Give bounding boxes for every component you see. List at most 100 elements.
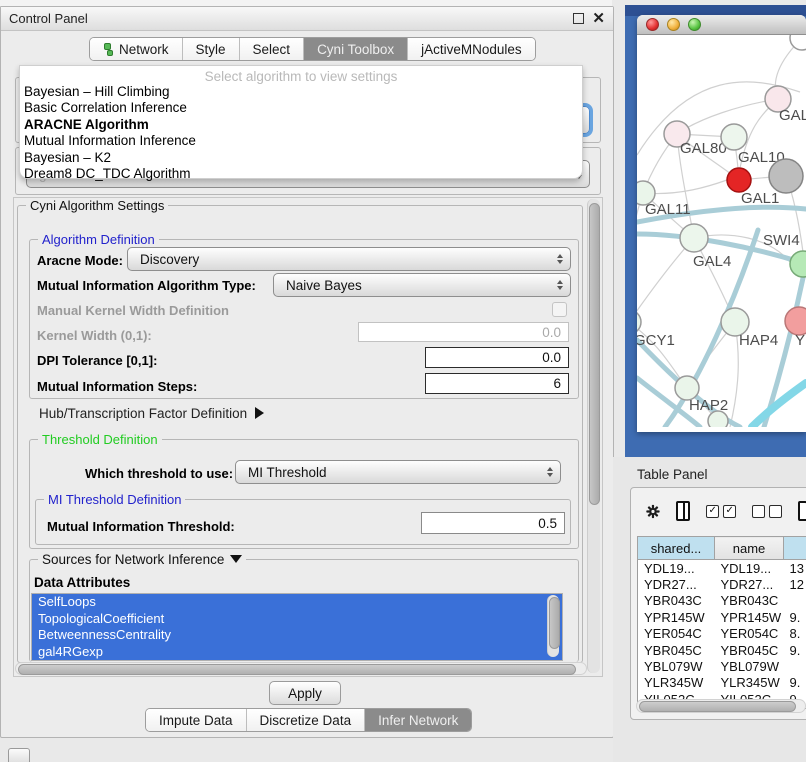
table-row[interactable]: YLR345WYLR345W9. xyxy=(638,675,806,691)
table-row[interactable]: YDR27...YDR27...12 xyxy=(638,576,806,592)
table-row[interactable]: YBL079WYBL079W xyxy=(638,658,806,674)
node-table: shared...nameA YDL19...YDL19...13YDR27..… xyxy=(637,536,806,709)
hub-definition-toggle[interactable]: Hub/Transcription Factor Definition xyxy=(39,406,264,421)
network-node[interactable] xyxy=(769,159,803,193)
network-canvas[interactable]: GALGAL80GAL10GAL1GAL11GAL4SWI4GCY1HAP4YH… xyxy=(637,35,806,427)
table-row[interactable]: YDL19...YDL19...13 xyxy=(638,560,806,577)
table-cell[interactable]: YPR145W xyxy=(638,609,715,625)
network-node[interactable] xyxy=(708,411,728,427)
settings-vscrollbar-thumb[interactable] xyxy=(589,203,600,505)
network-node-gal4[interactable] xyxy=(680,224,708,252)
sources-toggle[interactable]: Sources for Network Inference xyxy=(38,552,246,567)
tab-select[interactable]: Select xyxy=(240,38,305,60)
export-table-icon[interactable] xyxy=(798,501,806,521)
zoom-traffic-light-icon[interactable] xyxy=(688,18,701,31)
dpi-tolerance-field[interactable]: 0.0 xyxy=(425,347,569,368)
table-column-header[interactable]: shared... xyxy=(638,537,715,560)
table-column-header[interactable]: name xyxy=(715,537,784,560)
table-cell[interactable]: YBR043C xyxy=(638,593,715,609)
manual-kernel-width-checkbox[interactable] xyxy=(552,302,567,317)
tab-label: Style xyxy=(196,42,226,57)
network-node-gal1[interactable] xyxy=(727,168,751,192)
network-node-y[interactable] xyxy=(785,307,806,335)
table-cell[interactable]: 12 xyxy=(784,576,806,592)
table-row[interactable]: YBR043CYBR043C xyxy=(638,593,806,609)
table-cell[interactable] xyxy=(784,593,806,609)
mi-algorithm-type-combobox[interactable]: Naive Bayes xyxy=(273,273,571,297)
settings-hscrollbar-thumb[interactable] xyxy=(18,664,576,675)
data-attribute-item[interactable]: SelfLoops xyxy=(32,594,562,611)
network-node-gal10[interactable] xyxy=(721,124,747,150)
table-cell[interactable]: 9. xyxy=(784,642,806,658)
table-cell[interactable]: 13 xyxy=(784,560,806,577)
attributes-scrollbar-thumb[interactable] xyxy=(549,597,560,649)
table-cell[interactable]: YLR345W xyxy=(638,675,715,691)
aracne-mode-combobox[interactable]: Discovery xyxy=(127,247,571,271)
table-cell[interactable]: YBR045C xyxy=(715,642,784,658)
tab-network[interactable]: Network xyxy=(90,38,183,60)
column-layout-icon[interactable] xyxy=(676,501,690,521)
which-threshold-combobox[interactable]: MI Threshold xyxy=(235,460,561,484)
table-cell[interactable]: YER054C xyxy=(715,626,784,642)
close-traffic-light-icon[interactable] xyxy=(646,18,659,31)
bottom-tab-bar: Impute DataDiscretize DataInfer Network xyxy=(145,708,472,732)
table-cell[interactable]: YDR27... xyxy=(638,576,715,592)
close-icon[interactable]: ✕ xyxy=(592,14,605,24)
table-cell[interactable]: YDL19... xyxy=(715,560,784,577)
kernel-width-label: Kernel Width (0,1): xyxy=(37,328,152,343)
table-hscrollbar-thumb[interactable] xyxy=(639,701,796,712)
table-cell[interactable]: YER054C xyxy=(638,626,715,642)
data-attribute-item[interactable]: BetweennessCentrality xyxy=(32,627,562,644)
algorithm-option[interactable]: Dream8 DC_TDC Algorithm xyxy=(20,166,582,182)
table-cell[interactable]: 8. xyxy=(784,626,806,642)
aracne-mode-value: Discovery xyxy=(140,252,199,267)
data-attribute-item[interactable]: TopologicalCoefficient xyxy=(32,611,562,628)
table-cell[interactable]: YPR145W xyxy=(715,609,784,625)
table-row[interactable]: YBR045CYBR045C9. xyxy=(638,642,806,658)
deselect-all-columns-icon[interactable] xyxy=(752,505,782,518)
tab-infer-network[interactable]: Infer Network xyxy=(365,709,471,731)
table-cell[interactable]: YBR045C xyxy=(638,642,715,658)
select-all-columns-icon[interactable]: ✓✓ xyxy=(706,505,736,518)
restore-panel-button[interactable] xyxy=(8,748,30,762)
algorithm-option[interactable]: Bayesian – K2 xyxy=(20,150,582,166)
tab-impute-data[interactable]: Impute Data xyxy=(146,709,247,731)
algorithm-option[interactable]: Bayesian – Hill Climbing xyxy=(20,84,582,100)
algorithm-option[interactable]: Basic Correlation Inference xyxy=(20,100,582,116)
table-cell[interactable]: YDL19... xyxy=(638,560,715,577)
attributes-list-scrollbar[interactable] xyxy=(547,595,559,657)
highlighted-edge[interactable] xyxy=(752,383,806,427)
tab-discretize-data[interactable]: Discretize Data xyxy=(247,709,366,731)
gear-icon[interactable] xyxy=(646,502,660,521)
settings-hscrollbar[interactable] xyxy=(15,662,587,675)
network-node-swi4[interactable] xyxy=(790,251,806,277)
stepper-icon xyxy=(547,467,553,477)
settings-vscrollbar[interactable] xyxy=(587,199,600,673)
tab-jactivemnodules[interactable]: jActiveMNodules xyxy=(408,38,535,60)
mi-threshold-field[interactable]: 0.5 xyxy=(421,512,565,534)
algorithm-option[interactable]: Mutual Information Inference xyxy=(20,133,582,149)
table-cell[interactable]: YBL079W xyxy=(638,658,715,674)
dpi-tolerance-label: DPI Tolerance [0,1]: xyxy=(37,353,157,368)
mi-steps-field[interactable]: 6 xyxy=(425,373,569,394)
data-attribute-item[interactable]: gal4RGexp xyxy=(32,644,562,661)
table-hscrollbar[interactable] xyxy=(636,699,806,713)
table-cell[interactable]: 9. xyxy=(784,675,806,691)
tab-style[interactable]: Style xyxy=(183,38,240,60)
table-row[interactable]: YPR145WYPR145W9. xyxy=(638,609,806,625)
tab-cyni-toolbox[interactable]: Cyni Toolbox xyxy=(304,38,408,60)
table-cell[interactable] xyxy=(784,658,806,674)
table-cell[interactable]: YBL079W xyxy=(715,658,784,674)
table-cell[interactable]: YBR043C xyxy=(715,593,784,609)
network-window-titlebar[interactable] xyxy=(637,15,806,35)
table-cell[interactable]: YDR27... xyxy=(715,576,784,592)
table-cell[interactable]: 9. xyxy=(784,609,806,625)
table-column-header[interactable]: A xyxy=(784,537,806,560)
kernel-width-field[interactable]: 0.0 xyxy=(358,322,569,342)
float-window-icon[interactable] xyxy=(573,13,584,24)
minimize-traffic-light-icon[interactable] xyxy=(667,18,680,31)
table-row[interactable]: YER054CYER054C8. xyxy=(638,626,806,642)
table-cell[interactable]: YLR345W xyxy=(715,675,784,691)
algorithm-option[interactable]: ARACNE Algorithm xyxy=(20,117,582,133)
apply-button[interactable]: Apply xyxy=(269,681,341,705)
